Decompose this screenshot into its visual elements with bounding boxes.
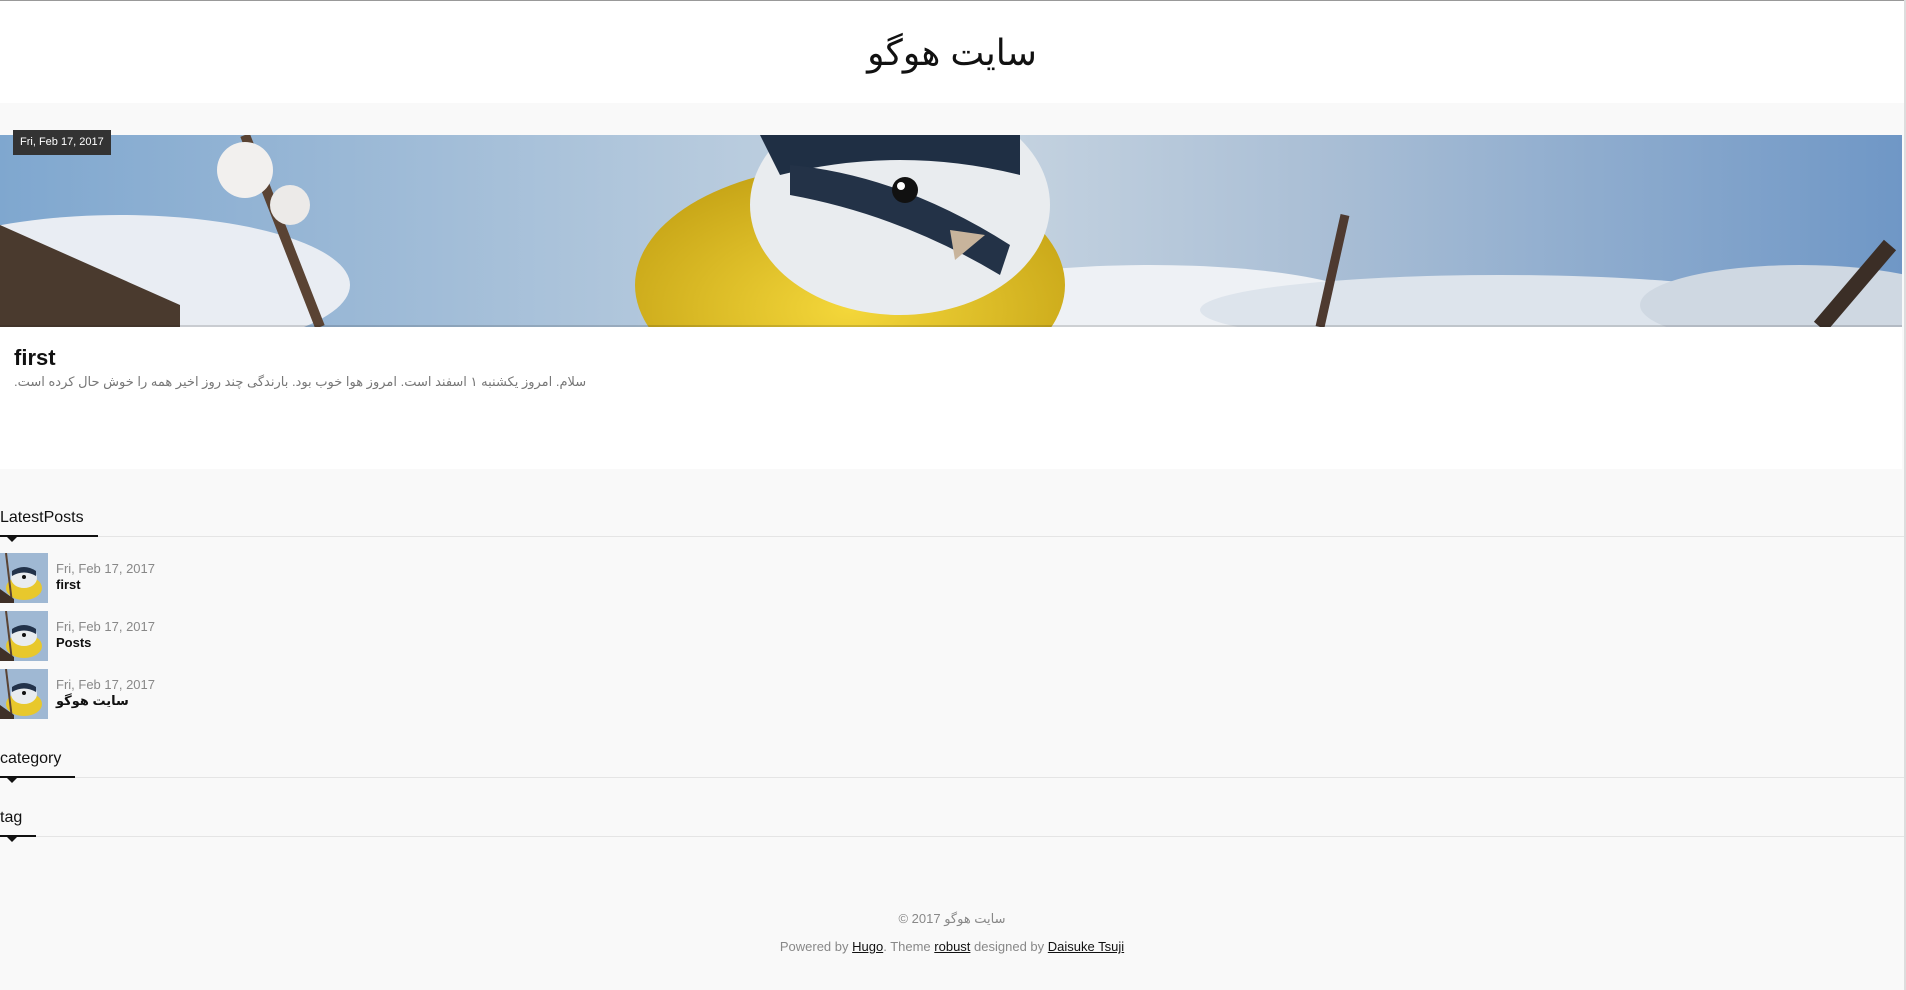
latest-posts-divider [0, 536, 1904, 537]
latest-post-item[interactable]: Fri, Feb 17, 2017 Posts [0, 611, 400, 663]
post-summary: سلام. امروز یکشنبه ۱ اسفند است. امروز هو… [14, 374, 587, 389]
hugo-link[interactable]: Hugo [852, 939, 883, 954]
latest-posts-heading: LatestPosts [0, 509, 84, 526]
latest-post-thumbnail[interactable] [0, 669, 48, 719]
latest-post-thumbnail[interactable] [0, 553, 48, 603]
tag-caret-icon [7, 837, 17, 842]
site-header: سایت هوگو [0, 1, 1904, 103]
site-footer: © 2017 سایت هوگو Powered by Hugo. Theme … [0, 910, 1904, 956]
latest-posts-caret-icon [7, 537, 17, 542]
category-heading: category [0, 750, 62, 767]
bird-thumbnail [0, 669, 48, 719]
bird-thumbnail [0, 611, 48, 661]
powered-by-prefix: Powered by [779, 939, 849, 954]
latest-post-date: Fri, Feb 17, 2017 [56, 561, 155, 576]
category-divider [0, 777, 1904, 778]
latest-post-title-link[interactable]: first [56, 577, 81, 592]
latest-post-date: Fri, Feb 17, 2017 [56, 619, 155, 634]
featured-post-card[interactable]: Fri, Feb 17, 2017 first [0, 130, 1902, 469]
category-caret-icon [7, 778, 17, 783]
powered-by-line: Powered by Hugo. Theme robust designed b… [0, 938, 1904, 956]
tag-heading: tag [0, 809, 23, 826]
latest-post-title-link[interactable]: Posts [56, 635, 91, 650]
latest-post-thumbnail[interactable] [0, 611, 48, 661]
designed-by-prefix: designed by [974, 939, 1045, 954]
post-date-badge: Fri, Feb 17, 2017 [13, 130, 111, 155]
theme-prefix: . Theme [883, 939, 931, 954]
site-title-link[interactable]: سایت هوگو [867, 33, 1037, 73]
designer-link[interactable]: Daisuke Tsuji [1048, 939, 1124, 954]
tag-accent [0, 835, 36, 837]
page: سایت هوگو Fri, Feb 17, 2017 first سلام. … [0, 0, 1906, 990]
post-title-link[interactable]: first [14, 345, 56, 371]
latest-post-title-link[interactable]: سایت هوگو [56, 693, 129, 709]
copyright-text: © 2017 سایت هوگو [898, 911, 1006, 926]
latest-post-date: Fri, Feb 17, 2017 [56, 677, 155, 692]
theme-link[interactable]: robust [934, 939, 970, 954]
latest-post-item[interactable]: Fri, Feb 17, 2017 first [0, 553, 400, 605]
tag-divider [0, 836, 1904, 837]
bird-thumbnail [0, 553, 48, 603]
bird-photo [0, 135, 1902, 327]
featured-post-image[interactable] [0, 135, 1902, 327]
latest-post-item[interactable]: Fri, Feb 17, 2017 سایت هوگو [0, 669, 400, 721]
